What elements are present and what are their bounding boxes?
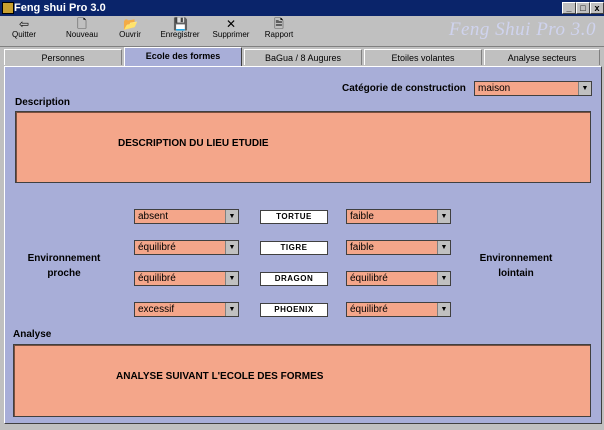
main-panel: Catégorie de construction maison ▼ Descr…: [4, 66, 602, 424]
brand-logo: Feng Shui Pro 3.0: [448, 19, 596, 40]
tab-analyse-secteurs[interactable]: Analyse secteurs: [484, 49, 600, 65]
near-select-tortue[interactable]: absent ▼: [134, 209, 239, 224]
rapport-button[interactable]: 🗎 Rapport: [262, 18, 296, 46]
chevron-down-icon[interactable]: ▼: [225, 272, 238, 285]
near-select-phoenix[interactable]: excessif ▼: [134, 302, 239, 317]
ouvrir-label: Ouvrir: [119, 30, 141, 39]
new-document-icon: 🗋: [77, 17, 87, 31]
report-icon: 🗎: [274, 17, 284, 31]
tab-personnes[interactable]: Personnes: [4, 49, 122, 65]
tab-bar: Personnes Ecole des formes BaGua / 8 Aug…: [4, 47, 604, 67]
enregistrer-label: Enregistrer: [160, 30, 200, 39]
far-select-tigre[interactable]: faible ▼: [346, 240, 451, 255]
title-bar: Feng shui Pro 3.0 _ □ x: [0, 0, 604, 16]
far-select-dragon[interactable]: équilibré ▼: [346, 271, 451, 286]
tigre-button[interactable]: TIGRE: [260, 241, 328, 255]
rapport-label: Rapport: [264, 30, 294, 39]
chevron-down-icon[interactable]: ▼: [437, 210, 450, 223]
minimize-button[interactable]: _: [562, 2, 576, 14]
supprimer-button[interactable]: ✕ Supprimer: [210, 18, 252, 46]
maximize-button[interactable]: □: [576, 2, 590, 14]
far-value: faible: [350, 211, 374, 222]
chevron-down-icon[interactable]: ▼: [437, 241, 450, 254]
far-value: équilibré: [350, 273, 388, 284]
analysis-text: ANALYSE SUIVANT L'ECOLE DES FORMES: [116, 371, 324, 382]
env-far-label: Environnement lointain: [479, 253, 553, 279]
chevron-down-icon[interactable]: ▼: [437, 303, 450, 316]
description-label: Description: [15, 97, 71, 108]
quitter-label: Quitter: [11, 30, 36, 39]
near-value: excessif: [138, 304, 175, 315]
tab-bagua[interactable]: BaGua / 8 Augures: [244, 49, 362, 65]
near-value: équilibré: [138, 242, 176, 253]
tortue-button[interactable]: TORTUE: [260, 210, 328, 224]
far-value: équilibré: [350, 304, 388, 315]
nouveau-button[interactable]: 🗋 Nouveau: [62, 18, 102, 46]
near-select-dragon[interactable]: équilibré ▼: [134, 271, 239, 286]
near-value: absent: [138, 211, 169, 222]
far-value: faible: [350, 242, 374, 253]
analysis-label: Analyse: [13, 329, 52, 340]
ouvrir-button[interactable]: 📂 Ouvrir: [114, 18, 146, 46]
supprimer-label: Supprimer: [212, 30, 250, 39]
window-title: Feng shui Pro 3.0: [14, 2, 106, 14]
open-folder-icon: 📂: [123, 17, 138, 31]
arrow-back-icon: ⇦: [18, 17, 30, 31]
near-value: équilibré: [138, 273, 176, 284]
chevron-down-icon[interactable]: ▼: [437, 272, 450, 285]
chevron-down-icon[interactable]: ▼: [225, 303, 238, 316]
app-icon: [2, 2, 14, 14]
close-button[interactable]: x: [590, 2, 604, 14]
chevron-down-icon[interactable]: ▼: [225, 241, 238, 254]
near-select-tigre[interactable]: équilibré ▼: [134, 240, 239, 255]
quitter-button[interactable]: ⇦ Quitter: [6, 18, 42, 46]
save-disk-icon: 💾: [173, 17, 188, 31]
description-text: DESCRIPTION DU LIEU ETUDIE: [118, 138, 269, 149]
tab-ecole-des-formes[interactable]: Ecole des formes: [124, 47, 242, 67]
env-near-label: Environnement proche: [27, 253, 101, 279]
category-value: maison: [478, 83, 511, 94]
enregistrer-button[interactable]: 💾 Enregistrer: [158, 18, 202, 46]
far-select-phoenix[interactable]: équilibré ▼: [346, 302, 451, 317]
description-textarea[interactable]: DESCRIPTION DU LIEU ETUDIE: [15, 111, 591, 183]
category-label: Catégorie de construction: [342, 83, 466, 94]
phoenix-button[interactable]: PHOENIX: [260, 303, 328, 317]
delete-icon: ✕: [225, 17, 237, 31]
nouveau-label: Nouveau: [65, 30, 99, 39]
far-select-tortue[interactable]: faible ▼: [346, 209, 451, 224]
analysis-textarea[interactable]: ANALYSE SUIVANT L'ECOLE DES FORMES: [13, 344, 591, 417]
dragon-button[interactable]: DRAGON: [260, 272, 328, 286]
tab-etoiles-volantes[interactable]: Etoiles volantes: [364, 49, 482, 65]
category-select[interactable]: maison ▼: [474, 81, 592, 96]
chevron-down-icon[interactable]: ▼: [578, 82, 591, 95]
chevron-down-icon[interactable]: ▼: [225, 210, 238, 223]
